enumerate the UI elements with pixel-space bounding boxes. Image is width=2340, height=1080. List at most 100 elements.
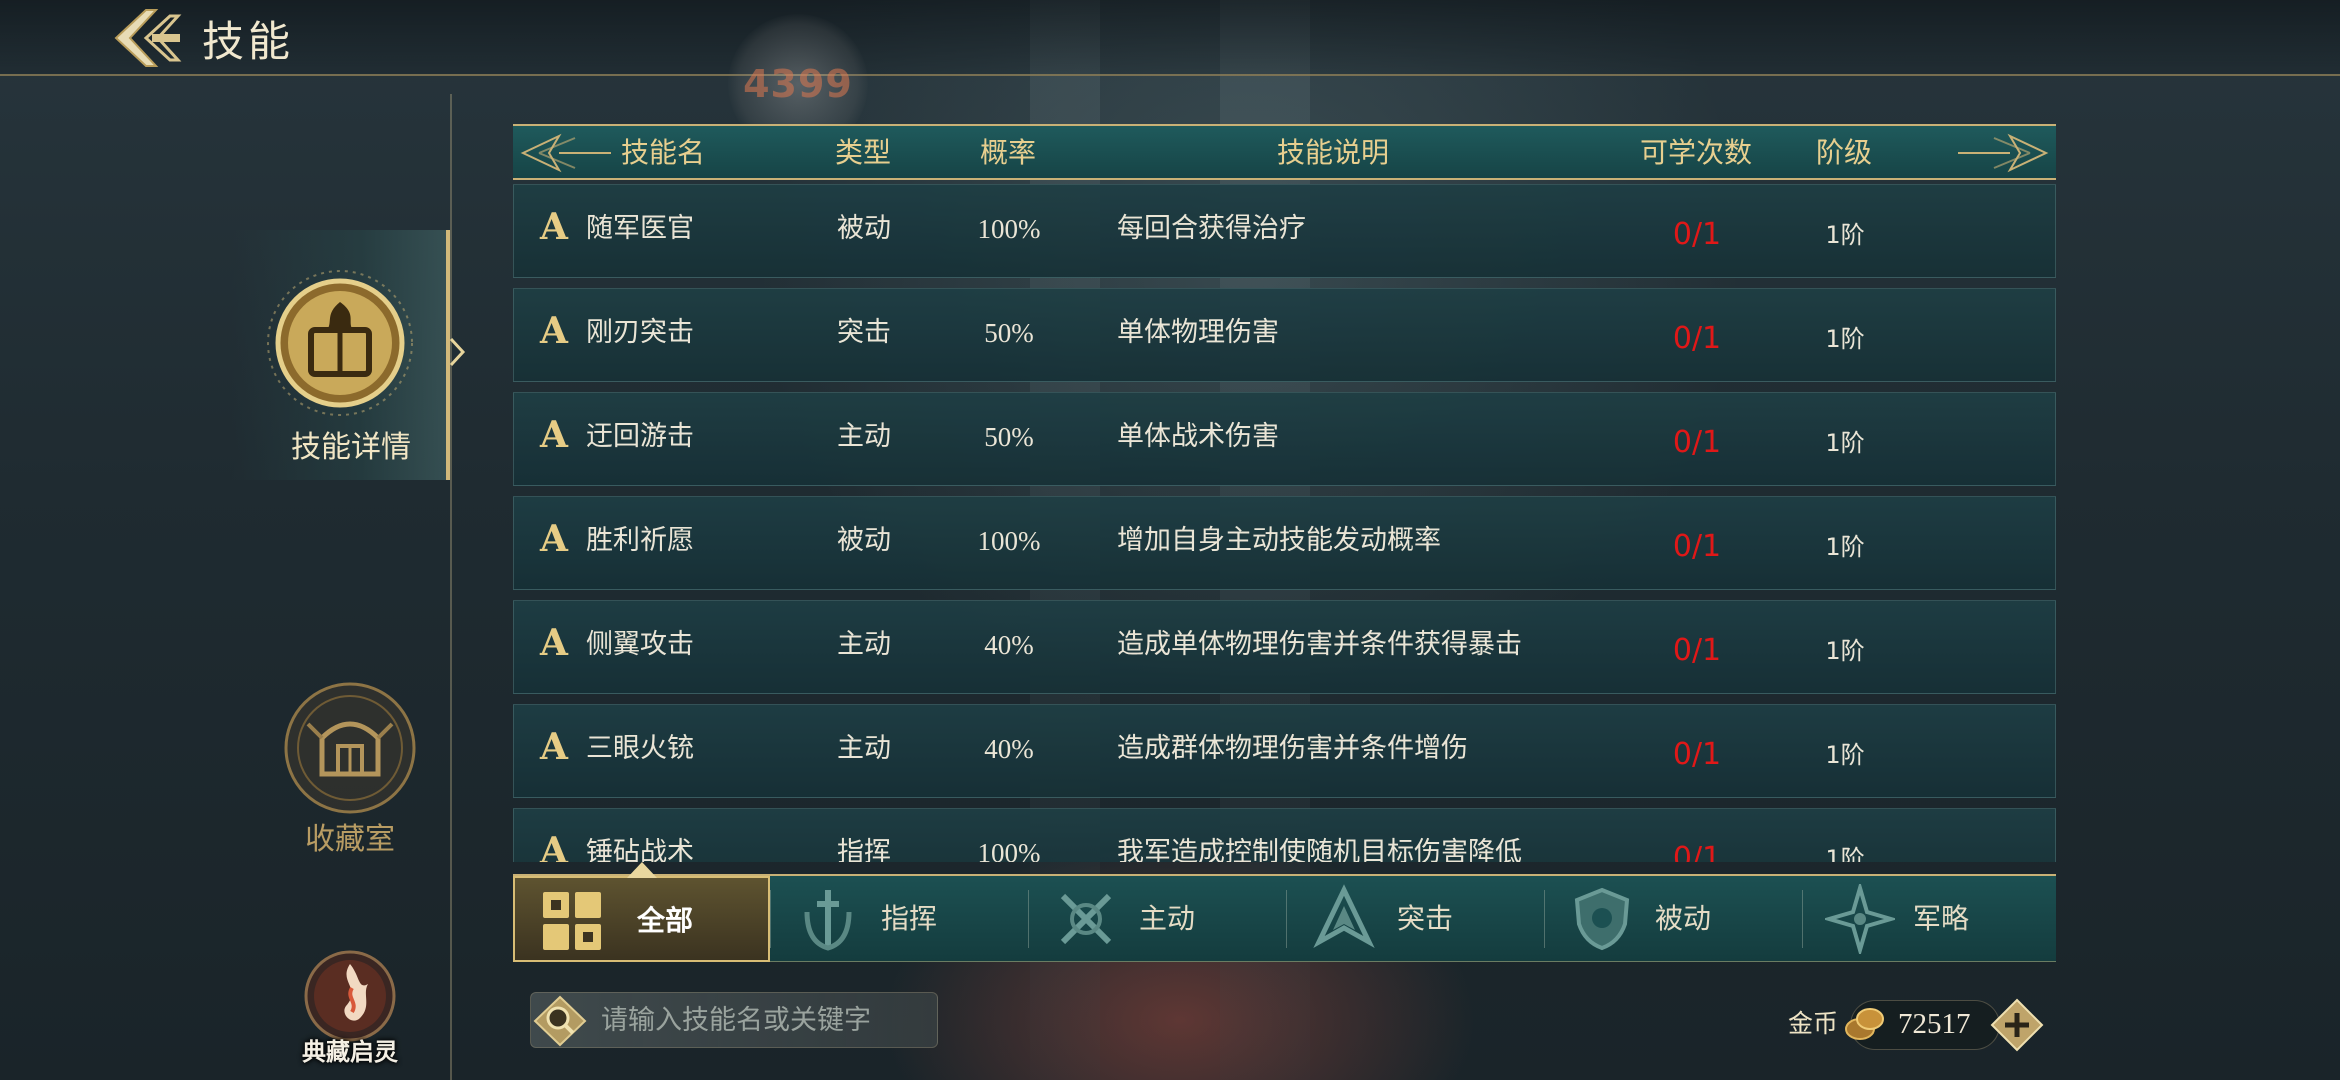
strategy-star-icon (1825, 884, 1895, 954)
learn-count: 0/1 (1672, 425, 1722, 460)
tab-label: 被动 (1655, 902, 1712, 935)
table-header: 技能名 类型 概率 技能说明 可学次数 阶级 (513, 124, 2056, 180)
skill-type: 主动 (837, 733, 891, 764)
grade-badge: A (540, 206, 568, 248)
search-icon (533, 995, 587, 1047)
tab-assault[interactable]: 突击 (1287, 876, 1544, 962)
collection-hall-icon (284, 682, 416, 814)
skill-description: 增加自身主动技能发动概率 (1117, 525, 1441, 556)
tab-strategy[interactable]: 军略 (1803, 876, 2060, 962)
table-row[interactable]: A 随军医官 被动 100% 每回合获得治疗 0/1 1阶 (513, 184, 2056, 278)
skill-tier: 1阶 (1825, 741, 1865, 769)
table-row[interactable]: A 锤砧战术 指挥 100% 我军造成控制使随机目标伤害降低 0/1 1阶 (513, 808, 2056, 862)
skill-book-medal-icon (267, 270, 413, 416)
grade-badge: A (540, 414, 568, 456)
skill-tier: 1阶 (1825, 637, 1865, 665)
skill-rate: 100% (977, 526, 1041, 556)
learn-count: 0/1 (1672, 321, 1722, 356)
learn-count: 0/1 (1672, 217, 1722, 252)
skill-name: 侧翼攻击 (586, 629, 694, 660)
search-input[interactable] (601, 993, 931, 1047)
table-row[interactable]: A 三眼火铳 主动 40% 造成群体物理伤害并条件增伤 0/1 1阶 (513, 704, 2056, 798)
plus-icon (1990, 998, 2044, 1052)
sidebar-item-label: 技能详情 (291, 430, 411, 465)
ornament-right-icon (1958, 133, 2049, 173)
column-header-tier: 阶级 (1815, 136, 1872, 169)
skill-type: 指挥 (837, 837, 891, 862)
skill-description: 造成单体物理伤害并条件获得暴击 (1117, 629, 1522, 660)
chevron-right-icon (449, 337, 466, 367)
grid-icon (543, 892, 601, 950)
sidebar-item-spirit[interactable]: 典藏启灵 (280, 944, 420, 1074)
column-header-description: 技能说明 (1276, 136, 1389, 169)
skill-description: 单体战术伤害 (1117, 421, 1279, 452)
grade-badge: A (540, 830, 568, 862)
learn-count: 0/1 (1672, 633, 1722, 668)
table-body: A 随军医官 被动 100% 每回合获得治疗 0/1 1阶 A 刚刃突击 突击 … (513, 184, 2056, 862)
learn-count: 0/1 (1672, 841, 1722, 862)
skill-type: 被动 (837, 525, 891, 556)
skill-rate: 40% (984, 734, 1034, 764)
sidebar-divider (450, 94, 452, 1080)
skill-type: 主动 (837, 421, 891, 452)
assault-arrow-icon (1313, 884, 1375, 949)
search-box (530, 992, 938, 1048)
skill-name: 随军医官 (586, 213, 694, 244)
skill-rate: 40% (984, 630, 1034, 660)
tab-active-skill[interactable]: 主动 (1029, 876, 1286, 962)
skill-type: 被动 (837, 213, 891, 244)
table-row[interactable]: A 胜利祈愿 被动 100% 增加自身主动技能发动概率 0/1 1阶 (513, 496, 2056, 590)
skill-tier: 1阶 (1825, 429, 1865, 457)
table-row[interactable]: A 迂回游击 主动 50% 单体战术伤害 0/1 1阶 (513, 392, 2056, 486)
learn-count: 0/1 (1672, 529, 1722, 564)
skill-rate: 50% (984, 422, 1034, 452)
skill-type: 主动 (837, 629, 891, 660)
back-button[interactable] (112, 6, 186, 70)
tab-command[interactable]: 指挥 (771, 876, 1028, 962)
sidebar-item-collection[interactable]: 收藏室 (260, 676, 440, 857)
command-sword-icon (804, 890, 852, 951)
skill-filter-tabs: 全部 指挥 主动 突击 被动 军略 (513, 862, 2056, 962)
currency-value: 72517 (1898, 1008, 1971, 1040)
skill-tier: 1阶 (1825, 325, 1865, 353)
tab-label: 军略 (1913, 902, 1970, 935)
learn-count: 0/1 (1672, 737, 1722, 772)
skill-description: 单体物理伤害 (1117, 317, 1279, 348)
top-bar: 技能 (0, 0, 2340, 76)
gold-coin-icon (1845, 1008, 1884, 1040)
column-header-name: 技能名 (620, 136, 705, 169)
skill-name: 三眼火铳 (586, 733, 694, 764)
grade-badge: A (540, 622, 568, 664)
tab-label: 指挥 (881, 902, 938, 935)
skill-tier: 1阶 (1825, 533, 1865, 561)
skill-type: 突击 (837, 317, 891, 348)
skill-rate: 100% (977, 838, 1041, 862)
column-header-type: 类型 (834, 136, 891, 169)
flame-spirit-icon (304, 950, 396, 1042)
skill-tier: 1阶 (1825, 221, 1865, 249)
skill-description: 每回合获得治疗 (1117, 213, 1306, 244)
tab-label: 主动 (1139, 902, 1196, 935)
table-row[interactable]: A 侧翼攻击 主动 40% 造成单体物理伤害并条件获得暴击 0/1 1阶 (513, 600, 2056, 694)
back-arrow-icon (114, 9, 182, 67)
skill-tier: 1阶 (1825, 845, 1865, 862)
tab-all[interactable]: 全部 (513, 862, 770, 962)
grade-badge: A (540, 518, 568, 560)
skill-description: 我军造成控制使随机目标伤害降低 (1117, 837, 1522, 862)
tab-passive[interactable]: 被动 (1545, 876, 1802, 962)
skill-name: 刚刃突击 (586, 317, 694, 348)
sidebar-item-skill-details[interactable]: 技能详情 (232, 230, 450, 480)
skill-description: 造成群体物理伤害并条件增伤 (1117, 733, 1468, 764)
sidebar-item-label: 收藏室 (305, 822, 395, 857)
add-currency-button[interactable] (1990, 998, 2044, 1052)
skill-table: 技能名 类型 概率 技能说明 可学次数 阶级 A 随军医官 被动 100% 每回… (513, 124, 2056, 862)
table-row[interactable]: A 刚刃突击 突击 50% 单体物理伤害 0/1 1阶 (513, 288, 2056, 382)
skill-name: 锤砧战术 (586, 837, 694, 862)
column-header-rate: 概率 (979, 136, 1036, 169)
tab-label: 突击 (1397, 902, 1454, 935)
shield-icon (1574, 887, 1630, 951)
skill-name: 迂回游击 (586, 421, 694, 452)
skill-rate: 50% (984, 318, 1034, 348)
currency-label: 金币 (1788, 1009, 1839, 1038)
page-title: 技能 (202, 17, 295, 66)
